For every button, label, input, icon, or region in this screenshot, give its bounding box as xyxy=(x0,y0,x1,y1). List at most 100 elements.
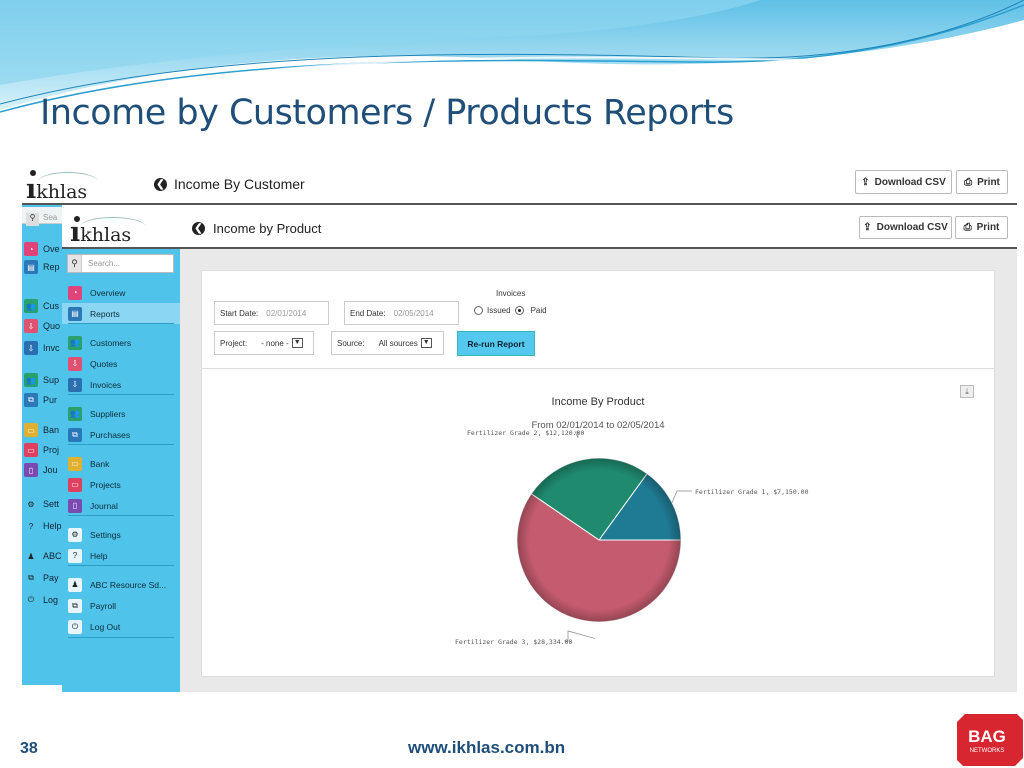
back-sidebar-item[interactable]: ⇩ Quo xyxy=(24,317,60,335)
project-label: Project: xyxy=(220,338,248,348)
issued-radio-label: Issued xyxy=(487,306,511,315)
sidebar-item-label: Quotes xyxy=(90,358,118,369)
sidebar-item-label: Payroll xyxy=(90,600,116,611)
sidebar-item-help[interactable]: ? Help xyxy=(62,545,180,566)
back-download-csv-button[interactable]: ⇪ Download CSV xyxy=(855,170,952,194)
sidebar-item-projects[interactable]: ▭ Projects xyxy=(62,474,180,495)
back-sidebar-item-label: Log xyxy=(43,595,59,605)
sidebar-item-customers[interactable]: 👥 Customers xyxy=(62,332,180,353)
pie-slice-label: Fertilizer Grade 1, $7,150.00 xyxy=(695,488,809,496)
end-date-label: End Date: xyxy=(350,308,386,318)
start-date-field[interactable]: Start Date: 02/01/2014 xyxy=(214,301,329,325)
back-sidebar-item[interactable]: ⇩ Invc xyxy=(24,339,60,357)
back-sidebar-item-label: Sett xyxy=(43,499,60,509)
source-select[interactable]: Source: All sources ▼ xyxy=(331,331,444,355)
front-app-header: ıkhlas ❮ Income by Product ⇪ Download CSV… xyxy=(62,205,1017,249)
front-page-title: ❮ Income by Product xyxy=(192,221,321,236)
gauge-icon: ◔ xyxy=(68,285,82,300)
chart-export-icon[interactable]: ⤓ xyxy=(960,385,974,398)
sidebar-divider xyxy=(68,323,174,324)
pie-label-connector xyxy=(671,490,692,503)
sidebar-item-label: Help xyxy=(90,550,108,561)
bank-icon: ▭ xyxy=(24,423,38,437)
back-print-label: Print xyxy=(977,176,1000,188)
sidebar-divider xyxy=(68,515,174,516)
sidebar-item-label: Customers xyxy=(90,337,132,348)
invoice-icon: ⇩ xyxy=(24,341,38,355)
sidebar-item-invoices[interactable]: ⇩ Invoices xyxy=(62,374,180,395)
back-sidebar-item[interactable]: ⚙ Sett xyxy=(24,495,59,513)
project-select[interactable]: Project: - none - ▼ xyxy=(214,331,314,355)
back-sidebar-item[interactable]: ▤ Rep xyxy=(24,258,60,276)
sidebar-item-bank[interactable]: ▭ Bank xyxy=(62,453,180,474)
sidebar-item-label: Bank xyxy=(90,458,110,469)
user-icon: ♟ xyxy=(68,577,82,592)
back-sidebar-item[interactable]: 👥 Cus xyxy=(24,297,59,315)
back-sidebar-item[interactable]: ⧉ Pay xyxy=(24,569,59,587)
back-sidebar-item[interactable]: ♟ ABC xyxy=(24,547,62,565)
end-date-field[interactable]: End Date: 02/05/2014 xyxy=(344,301,459,325)
export-icon: ⇪ xyxy=(861,176,870,188)
print-button[interactable]: ⎙ Print xyxy=(955,216,1008,239)
journal-icon: ▯ xyxy=(24,463,38,477)
sidebar-item-settings[interactable]: ⚙ Settings xyxy=(62,524,180,545)
end-date-value: 02/05/2014 xyxy=(393,308,434,318)
sidebar-item-label: ABC Resource Sd... xyxy=(90,579,167,590)
back-sidebar-item[interactable]: ⧉ Pur xyxy=(24,391,57,409)
sidebar-item-reports[interactable]: ▤ Reports xyxy=(62,303,180,324)
back-sidebar-item[interactable]: ◔ Ove xyxy=(24,240,60,258)
sidebar-item-purchases[interactable]: ⧉ Purchases xyxy=(62,424,180,445)
slide-url: www.ikhlas.com.bn xyxy=(408,738,566,757)
report-content: Start Date: 02/01/2014 End Date: 02/05/2… xyxy=(180,249,1017,692)
journal-icon: ▯ xyxy=(68,498,82,513)
issued-radio[interactable] xyxy=(474,306,483,315)
paid-radio[interactable] xyxy=(514,306,524,315)
project-value: - none - xyxy=(261,338,289,348)
back-sidebar-item[interactable]: ▭ Proj xyxy=(24,441,59,459)
source-value: All sources xyxy=(378,338,418,348)
sidebar-item-journal[interactable]: ▯ Journal xyxy=(62,495,180,516)
project-icon: ▭ xyxy=(24,443,38,457)
print-label: Print xyxy=(976,222,1000,233)
report-panel: Start Date: 02/01/2014 End Date: 02/05/2… xyxy=(201,270,995,677)
users-icon: 👥 xyxy=(24,299,38,313)
back-sidebar-item-label: Pay xyxy=(43,573,59,583)
download-csv-button[interactable]: ⇪ Download CSV xyxy=(859,216,952,239)
pie-slice-label: Fertilizer Grade 3, $28,334.00 xyxy=(455,638,572,646)
sidebar-item-label: Purchases xyxy=(90,429,131,440)
quote-icon: ⇩ xyxy=(24,319,38,333)
back-search-input[interactable]: ⚲ Sea xyxy=(22,207,62,226)
paid-radio-label: Paid xyxy=(530,306,547,315)
back-sidebar-item[interactable]: ⏻ Log xyxy=(24,591,58,609)
front-app-logo: ıkhlas xyxy=(66,213,146,248)
sidebar-item-suppliers[interactable]: 👥 Suppliers xyxy=(62,403,180,424)
search-input[interactable]: ⚲ Search... xyxy=(67,254,174,273)
sidebar-item-overview[interactable]: ◔ Overview xyxy=(62,282,180,303)
printer-icon: ⎙ xyxy=(964,176,973,188)
sidebar-item-abc-resource-sd[interactable]: ♟ ABC Resource Sd... xyxy=(62,574,180,595)
rerun-report-button[interactable]: Re-run Report xyxy=(457,331,535,356)
gear-icon: ⚙ xyxy=(27,499,35,509)
sidebar-item-quotes[interactable]: ⇩ Quotes xyxy=(62,353,180,374)
gear-icon: ⚙ xyxy=(68,527,82,542)
back-arrow-icon[interactable]: ❮ xyxy=(154,177,167,191)
back-sidebar-item-label: Ban xyxy=(43,425,60,435)
back-page-title-text: Income By Customer xyxy=(174,176,305,192)
back-sidebar-item[interactable]: 👥 Sup xyxy=(24,371,59,389)
search-icon: ⚲ xyxy=(68,255,82,272)
back-sidebar-item[interactable]: ▯ Jou xyxy=(24,461,58,479)
back-page-title: ❮ Income By Customer xyxy=(154,176,305,192)
power-icon: ⏻ xyxy=(27,595,35,604)
back-app-header: ıkhlas ❮ Income By Customer ⇪ Download CS… xyxy=(22,160,1017,205)
sidebar-item-payroll[interactable]: ⧉ Payroll xyxy=(62,595,180,616)
chevron-down-icon: ▼ xyxy=(420,338,432,348)
user-icon: ♟ xyxy=(27,551,35,561)
back-sidebar-item[interactable]: ▭ Ban xyxy=(24,421,59,439)
sidebar-item-log-out[interactable]: ⏻ Log Out xyxy=(62,616,180,637)
back-arrow-icon[interactable]: ❮ xyxy=(192,222,205,235)
back-sidebar-item[interactable]: ? Help xyxy=(24,517,62,535)
back-sidebar-item-label: Proj xyxy=(43,445,60,455)
back-sidebar-item-label: ABC xyxy=(43,551,62,561)
sidebar: ⚲ Search... ◔ Overview ▤ Reports 👥 Customers ⇩… xyxy=(62,249,180,692)
back-print-button[interactable]: ⎙ Print xyxy=(956,170,1008,194)
